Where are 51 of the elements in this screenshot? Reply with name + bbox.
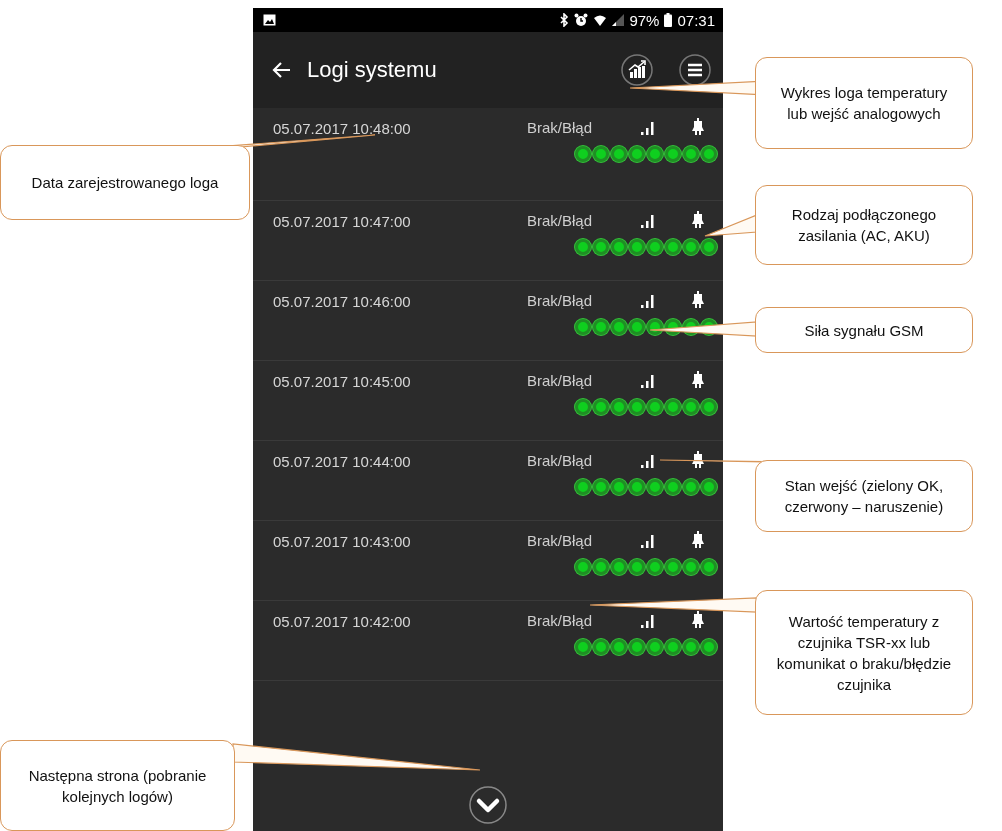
callout-note: Stan wejść (zielony OK, czerwony – naruszenie) <box>755 460 973 532</box>
temperature-value: Brak/Błąd <box>527 291 594 309</box>
log-row[interactable]: 05.07.2017 10:43:00 Brak/Błąd <box>253 521 723 601</box>
battery-icon <box>664 13 673 27</box>
signal-icon <box>641 532 655 548</box>
plug-icon <box>691 118 705 136</box>
log-date: 05.07.2017 10:46:00 <box>273 292 411 310</box>
cell-signal-icon <box>612 14 625 26</box>
callout-note: Data zarejestrowanego loga <box>0 145 250 220</box>
screen-title: Logi systemu <box>307 57 438 83</box>
plug-icon <box>691 371 705 389</box>
log-date: 05.07.2017 10:44:00 <box>273 452 411 470</box>
chart-button[interactable] <box>619 52 655 88</box>
temperature-value: Brak/Błąd <box>527 118 594 136</box>
plug-icon <box>691 291 705 309</box>
plug-icon <box>691 451 705 469</box>
temperature-value: Brak/Błąd <box>527 211 594 229</box>
bluetooth-icon <box>559 13 570 27</box>
battery-percent: 97% <box>629 11 660 29</box>
callout-note: Wykres loga temperatury lub wejść analogowych <box>755 57 973 149</box>
log-row[interactable]: 05.07.2017 10:47:00 Brak/Błąd <box>253 201 723 281</box>
alarm-icon <box>574 13 589 27</box>
log-row[interactable]: 05.07.2017 10:45:00 Brak/Błąd <box>253 361 723 441</box>
temperature-value: Brak/Błąd <box>527 611 594 629</box>
signal-icon <box>641 372 655 388</box>
signal-icon <box>641 452 655 468</box>
clock-time: 07:31 <box>677 11 715 29</box>
plug-icon <box>691 211 705 229</box>
temperature-value: Brak/Błąd <box>527 451 594 469</box>
wifi-icon <box>593 13 608 27</box>
callout-note: Rodzaj podłączonego zasilania (AC, AKU) <box>755 185 973 265</box>
callout-pointer <box>704 214 758 237</box>
log-date: 05.07.2017 10:43:00 <box>273 532 411 550</box>
temperature-value: Brak/Błąd <box>527 371 594 389</box>
callout-note: Wartość temperatury z czujnika TSR-xx lub komunikat o braku/błędzie czujnika <box>755 590 973 715</box>
log-row[interactable]: 05.07.2017 10:44:00 Brak/Błąd <box>253 441 723 521</box>
temperature-value: Brak/Błąd <box>527 531 594 549</box>
next-page-button[interactable] <box>468 785 508 825</box>
log-date: 05.07.2017 10:47:00 <box>273 212 411 230</box>
signal-icon <box>641 212 655 228</box>
log-date: 05.07.2017 10:48:00 <box>273 119 411 137</box>
signal-icon <box>641 612 655 628</box>
signal-icon <box>641 292 655 308</box>
plug-icon <box>691 531 705 549</box>
callout-note: Następna strona (pobranie kolejnych logów) <box>0 740 235 831</box>
signal-icon <box>641 119 655 135</box>
log-date: 05.07.2017 10:45:00 <box>273 372 411 390</box>
image-icon <box>263 14 276 26</box>
callout-note: Siła sygnału GSM <box>755 307 973 353</box>
plug-icon <box>691 611 705 629</box>
log-date: 05.07.2017 10:42:00 <box>273 612 411 630</box>
